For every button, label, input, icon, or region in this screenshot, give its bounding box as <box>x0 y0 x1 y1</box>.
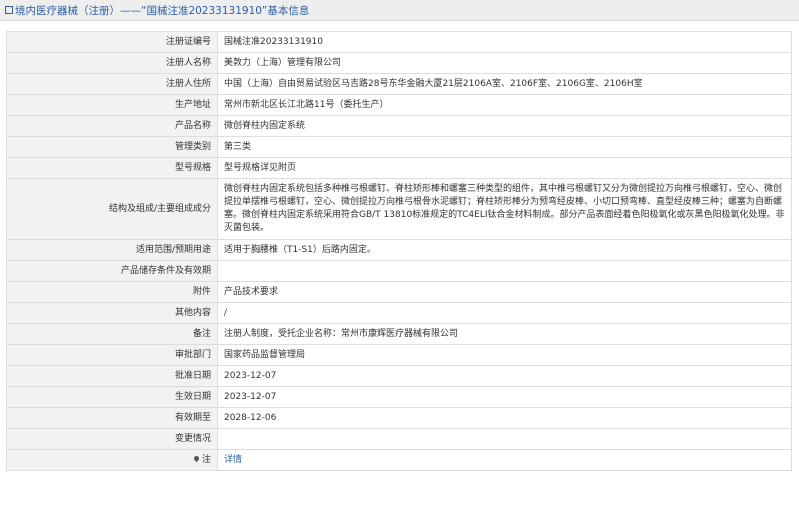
row-label: 注册人名称 <box>6 52 218 74</box>
row-value: 产品技术要求 <box>217 281 792 303</box>
row-label: 管理类别 <box>6 136 218 158</box>
row-label: 产品名称 <box>6 115 218 137</box>
row-value: 微创脊柱内固定系统 <box>217 115 792 137</box>
row-value: 型号规格详见附页 <box>217 157 792 179</box>
row-value: 美敦力（上海）管理有限公司 <box>217 52 792 74</box>
row-value <box>217 428 792 450</box>
row-value: 注册人制度，受托企业名称：常州市康辉医疗器械有限公司 <box>217 323 792 345</box>
registration-info-table: 注册证编号 国械注准20233131910 注册人名称 美敦力（上海）管理有限公… <box>6 31 792 471</box>
row-label-note: 注 <box>6 449 218 471</box>
table-row: 注册证编号 国械注准20233131910 <box>6 31 792 53</box>
table-row: 变更情况 <box>6 428 792 450</box>
row-value: 2023-12-07 <box>217 365 792 387</box>
table-row: 结构及组成/主要组成成分 微创脊柱内固定系统包括多种椎弓根螺钉、脊柱矫形棒和螺塞… <box>6 178 792 240</box>
row-label: 产品储存条件及有效期 <box>6 260 218 282</box>
row-value: 第三类 <box>217 136 792 158</box>
table-row: 适用范围/预期用途 适用于胸腰椎（T1-S1）后路内固定。 <box>6 239 792 261</box>
row-label: 注册人住所 <box>6 73 218 95</box>
table-row: 审批部门 国家药品监督管理局 <box>6 344 792 366</box>
row-value: 2023-12-07 <box>217 386 792 408</box>
row-label: 有效期至 <box>6 407 218 429</box>
row-label: 变更情况 <box>6 428 218 450</box>
table-row: 产品名称 微创脊柱内固定系统 <box>6 115 792 137</box>
row-value: 国家药品监督管理局 <box>217 344 792 366</box>
table-row: 注册人住所 中国（上海）自由贸易试验区马吉路28号东华金融大厦21层2106A室… <box>6 73 792 95</box>
row-label: 备注 <box>6 323 218 345</box>
row-label: 审批部门 <box>6 344 218 366</box>
row-label: 结构及组成/主要组成成分 <box>6 178 218 240</box>
table-row: 产品储存条件及有效期 <box>6 260 792 282</box>
row-value: 常州市新北区长江北路11号（委托生产） <box>217 94 792 116</box>
row-value: 微创脊柱内固定系统包括多种椎弓根螺钉、脊柱矫形棒和螺塞三种类型的组件，其中椎弓根… <box>217 178 792 240</box>
row-label: 附件 <box>6 281 218 303</box>
note-label: 注 <box>201 454 211 465</box>
page-title: 境内医疗器械（注册）——“国械注准20233131910”基本信息 <box>15 4 310 17</box>
table-row: 批准日期 2023-12-07 <box>6 365 792 387</box>
table-row: 附件 产品技术要求 <box>6 281 792 303</box>
table-row: 备注 注册人制度，受托企业名称：常州市康辉医疗器械有限公司 <box>6 323 792 345</box>
table-row: 生产地址 常州市新北区长江北路11号（委托生产） <box>6 94 792 116</box>
row-value: 国械注准20233131910 <box>217 31 792 53</box>
row-value: 2028-12-06 <box>217 407 792 429</box>
row-label: 型号规格 <box>6 157 218 179</box>
row-value <box>217 260 792 282</box>
row-label: 其他内容 <box>6 302 218 324</box>
row-value: 适用于胸腰椎（T1-S1）后路内固定。 <box>217 239 792 261</box>
table-row: 注册人名称 美敦力（上海）管理有限公司 <box>6 52 792 74</box>
table-row: 型号规格 型号规格详见附页 <box>6 157 792 179</box>
row-value: 详情 <box>217 449 792 471</box>
row-value: / <box>217 302 792 324</box>
table-row: 注 详情 <box>6 449 792 471</box>
square-icon <box>5 6 13 14</box>
table-row: 生效日期 2023-12-07 <box>6 386 792 408</box>
row-label: 生效日期 <box>6 386 218 408</box>
row-label: 适用范围/预期用途 <box>6 239 218 261</box>
row-label: 注册证编号 <box>6 31 218 53</box>
table-row: 有效期至 2028-12-06 <box>6 407 792 429</box>
row-value: 中国（上海）自由贸易试验区马吉路28号东华金融大厦21层2106A室、2106F… <box>217 73 792 95</box>
table-row: 管理类别 第三类 <box>6 136 792 158</box>
page-header: 境内医疗器械（注册）——“国械注准20233131910”基本信息 <box>0 0 799 21</box>
map-marker-icon <box>192 454 201 462</box>
table-row: 其他内容 / <box>6 302 792 324</box>
row-label: 批准日期 <box>6 365 218 387</box>
details-link[interactable]: 详情 <box>224 455 242 465</box>
row-label: 生产地址 <box>6 94 218 116</box>
